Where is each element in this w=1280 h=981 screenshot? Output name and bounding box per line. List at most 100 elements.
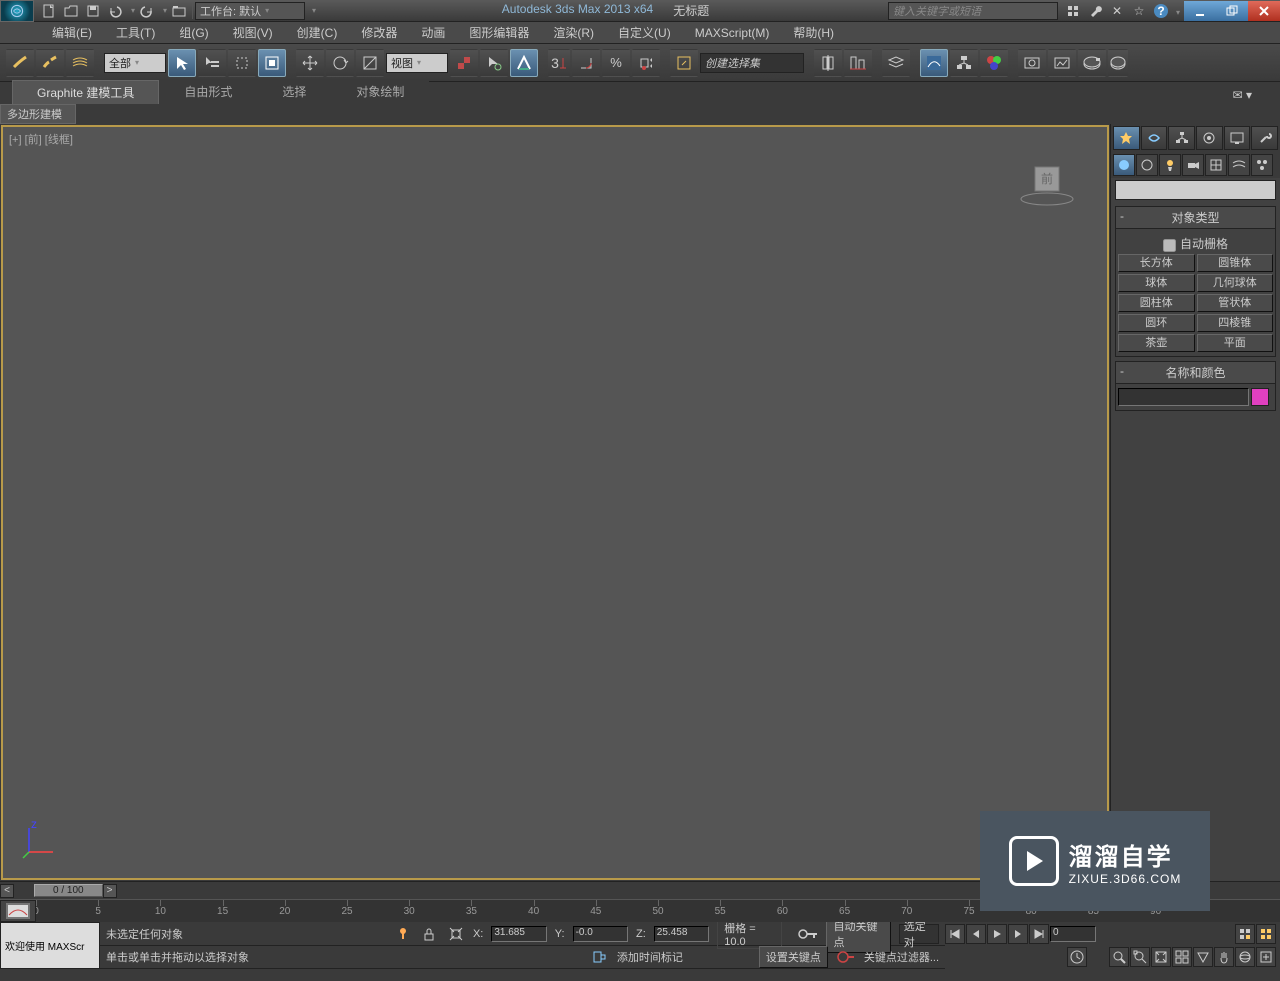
create-球体[interactable]: 球体 (1118, 274, 1195, 292)
percent-snap-icon[interactable]: % (602, 49, 630, 77)
menu-animation[interactable]: 动画 (409, 21, 457, 44)
select-link-icon[interactable] (6, 49, 34, 77)
isolate-icon[interactable] (447, 924, 465, 944)
menu-views[interactable]: 视图(V) (221, 21, 285, 44)
redo-dropdown-icon[interactable] (158, 1, 168, 21)
keyboard-shortcut-override-icon[interactable] (510, 49, 538, 77)
trackbar-mini-curve-icon[interactable] (0, 900, 36, 922)
view-cube[interactable]: 前 (1017, 157, 1077, 207)
search-input[interactable]: 键入关键字或短语 (888, 2, 1058, 20)
menu-tools[interactable]: 工具(T) (104, 21, 167, 44)
project-folder-icon[interactable] (168, 1, 190, 21)
pan-icon[interactable] (1214, 947, 1234, 967)
render-production-icon[interactable] (1078, 49, 1106, 77)
select-by-name-icon[interactable] (198, 49, 226, 77)
setkey-large-icon[interactable] (836, 947, 856, 967)
menu-modifiers[interactable]: 修改器 (349, 21, 409, 44)
time-slider-next[interactable]: > (103, 884, 117, 898)
select-manipulate-icon[interactable] (480, 49, 508, 77)
render-setup-icon[interactable] (1018, 49, 1046, 77)
unlink-icon[interactable] (36, 49, 64, 77)
menu-edit[interactable]: 编辑(E) (40, 21, 104, 44)
align-icon[interactable] (844, 49, 872, 77)
favorites-icon[interactable]: ☆ (1128, 1, 1150, 21)
qat-customize-icon[interactable] (305, 1, 319, 21)
wrench-icon[interactable] (1084, 1, 1106, 21)
create-圆环[interactable]: 圆环 (1118, 314, 1195, 332)
mirror-icon[interactable] (814, 49, 842, 77)
goto-end-icon[interactable] (1029, 924, 1049, 944)
redo-icon[interactable] (136, 1, 158, 21)
curve-editor-icon[interactable] (920, 49, 948, 77)
minimize-button[interactable] (1184, 1, 1216, 21)
create-长方体[interactable]: 长方体 (1118, 254, 1195, 272)
viewport-all-icon[interactable] (1256, 924, 1276, 944)
subcat-lights-icon[interactable] (1159, 154, 1181, 176)
undo-icon[interactable] (104, 1, 126, 21)
ref-coord-drop[interactable]: 视图 (386, 53, 448, 73)
use-pivot-center-icon[interactable] (450, 49, 478, 77)
new-file-icon[interactable] (38, 1, 60, 21)
scale-icon[interactable] (356, 49, 384, 77)
y-input[interactable]: -0.0 (573, 926, 628, 942)
maximize-button[interactable] (1216, 1, 1248, 21)
ribbon-tab-freeform[interactable]: 自由形式 (159, 79, 257, 104)
selection-lock-icon[interactable] (394, 924, 412, 944)
maxscript-listener[interactable]: 欢迎使用 MAXScr (0, 922, 100, 969)
object-name-input[interactable] (1118, 388, 1249, 406)
layer-manager-icon[interactable] (882, 49, 910, 77)
bind-spacewarp-icon[interactable] (66, 49, 94, 77)
create-茶壶[interactable]: 茶壶 (1118, 334, 1195, 352)
subcat-helpers-icon[interactable] (1205, 154, 1227, 176)
key-filters[interactable]: 关键点过滤器... (864, 949, 939, 965)
spinner-snap-icon[interactable] (632, 49, 660, 77)
cmd-tab-modify[interactable] (1141, 126, 1168, 150)
rollout-object-type[interactable]: -对象类型 (1115, 206, 1276, 229)
z-input[interactable]: 25.458 (654, 926, 709, 942)
time-slider-handle[interactable]: 0 / 100 (34, 884, 103, 897)
subcat-cameras-icon[interactable] (1182, 154, 1204, 176)
ribbon-tab-objectpaint[interactable]: 对象绘制 (331, 79, 429, 104)
named-selection-edit-icon[interactable] (670, 49, 698, 77)
create-几何球体[interactable]: 几何球体 (1197, 274, 1274, 292)
select-region-rect-icon[interactable] (228, 49, 256, 77)
window-crossing-icon[interactable] (258, 49, 286, 77)
object-color-swatch[interactable] (1251, 388, 1269, 406)
menu-customize[interactable]: 自定义(U) (606, 21, 683, 44)
select-object-icon[interactable] (168, 49, 196, 77)
create-四棱锥[interactable]: 四棱锥 (1197, 314, 1274, 332)
help-icon[interactable]: ? (1150, 1, 1172, 21)
menu-help[interactable]: 帮助(H) (781, 21, 846, 44)
zoom-all-icon[interactable] (1130, 947, 1150, 967)
goto-start-icon[interactable] (945, 924, 965, 944)
subcat-geometry-icon[interactable] (1113, 154, 1135, 176)
subcat-spacewarps-icon[interactable] (1228, 154, 1250, 176)
rendered-frame-icon[interactable] (1048, 49, 1076, 77)
create-平面[interactable]: 平面 (1197, 334, 1274, 352)
save-file-icon[interactable] (82, 1, 104, 21)
snap-toggle-icon[interactable]: 3 (548, 49, 570, 77)
menu-graph-editors[interactable]: 图形编辑器 (457, 21, 541, 44)
help-dropdown-icon[interactable] (1172, 4, 1180, 18)
primitive-category-drop[interactable]: 标准基本体▾ (1115, 180, 1276, 200)
subcat-shapes-icon[interactable] (1136, 154, 1158, 176)
viewport[interactable]: [+] [前] [线框] 前 z (1, 125, 1109, 880)
cmd-tab-create[interactable] (1113, 126, 1140, 150)
next-frame-icon[interactable] (1008, 924, 1028, 944)
comm-center-icon[interactable] (1062, 1, 1084, 21)
keymode-drop[interactable]: 选定对 (899, 924, 939, 944)
orbit-icon[interactable] (1235, 947, 1255, 967)
render-iterative-icon[interactable] (1108, 49, 1128, 77)
app-menu-button[interactable] (0, 0, 34, 22)
menu-maxscript[interactable]: MAXScript(M) (683, 23, 782, 43)
lock-icon[interactable] (420, 924, 438, 944)
time-tag-icon[interactable] (589, 947, 609, 967)
selection-filter-drop[interactable]: 全部 (104, 53, 166, 73)
ribbon-tab-graphite[interactable]: Graphite 建模工具 (12, 80, 159, 104)
cmd-tab-display[interactable] (1224, 126, 1251, 150)
create-管状体[interactable]: 管状体 (1197, 294, 1274, 312)
menu-group[interactable]: 组(G) (167, 21, 220, 44)
cmd-tab-motion[interactable] (1196, 126, 1223, 150)
exchange-icon[interactable]: ✕ (1106, 1, 1128, 21)
menu-rendering[interactable]: 渲染(R) (541, 21, 606, 44)
